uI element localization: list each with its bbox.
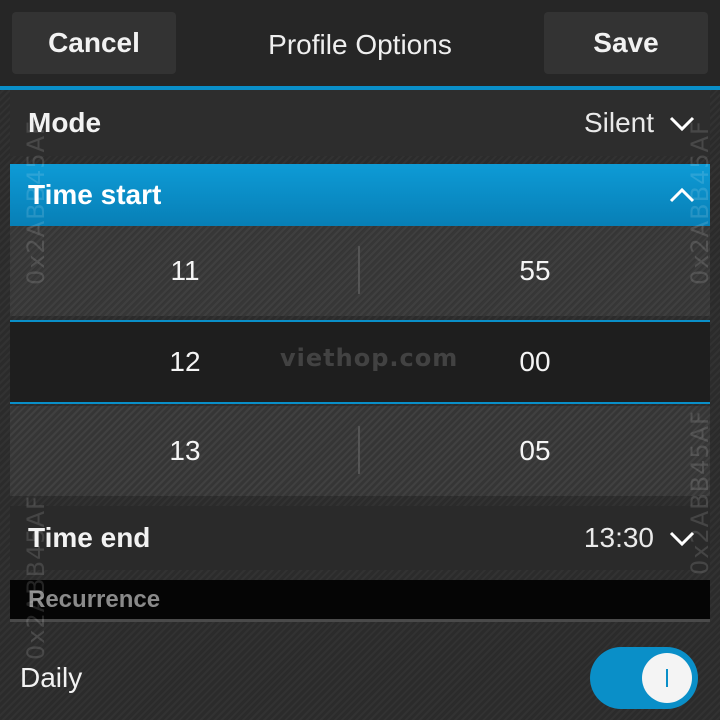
watermark-logo-text: viethop.com	[280, 344, 459, 372]
time-end-value: 13:30	[583, 522, 654, 553]
watermark-text: 0x2ABB45AF	[22, 495, 50, 660]
daily-toggle[interactable]	[590, 647, 698, 709]
picker-row[interactable]: 11 55	[10, 226, 710, 316]
title-bar: Cancel Profile Options Save	[0, 0, 720, 86]
daily-label: Daily	[20, 662, 83, 693]
picker-row[interactable]: 13 05	[10, 406, 710, 496]
picker-minute[interactable]: 05	[360, 435, 710, 467]
picker-divider	[358, 246, 360, 294]
recurrence-section-header: Recurrence	[10, 580, 710, 622]
watermark-text: 0x2ABB45AF	[686, 410, 714, 575]
picker-hour[interactable]: 13	[10, 435, 360, 467]
toggle-on-icon	[666, 669, 668, 687]
daily-row: Daily	[0, 640, 720, 716]
picker-divider	[358, 426, 360, 474]
toggle-knob[interactable]	[642, 653, 692, 703]
mode-value: Silent	[583, 107, 654, 138]
watermark-text: 0x2ABB45AF	[22, 120, 50, 285]
page-title: Profile Options	[268, 29, 452, 60]
time-start-header[interactable]: Time start	[10, 164, 710, 226]
watermark-text: 0x2ABB45AF	[686, 120, 714, 285]
cancel-button[interactable]: Cancel	[12, 12, 176, 74]
picker-hour[interactable]: 11	[10, 255, 360, 287]
time-end-dropdown[interactable]: Time end 13:30	[10, 506, 710, 570]
picker-minute[interactable]: 55	[360, 255, 710, 287]
save-button[interactable]: Save	[544, 12, 708, 74]
mode-dropdown[interactable]: Mode Silent	[10, 90, 710, 156]
